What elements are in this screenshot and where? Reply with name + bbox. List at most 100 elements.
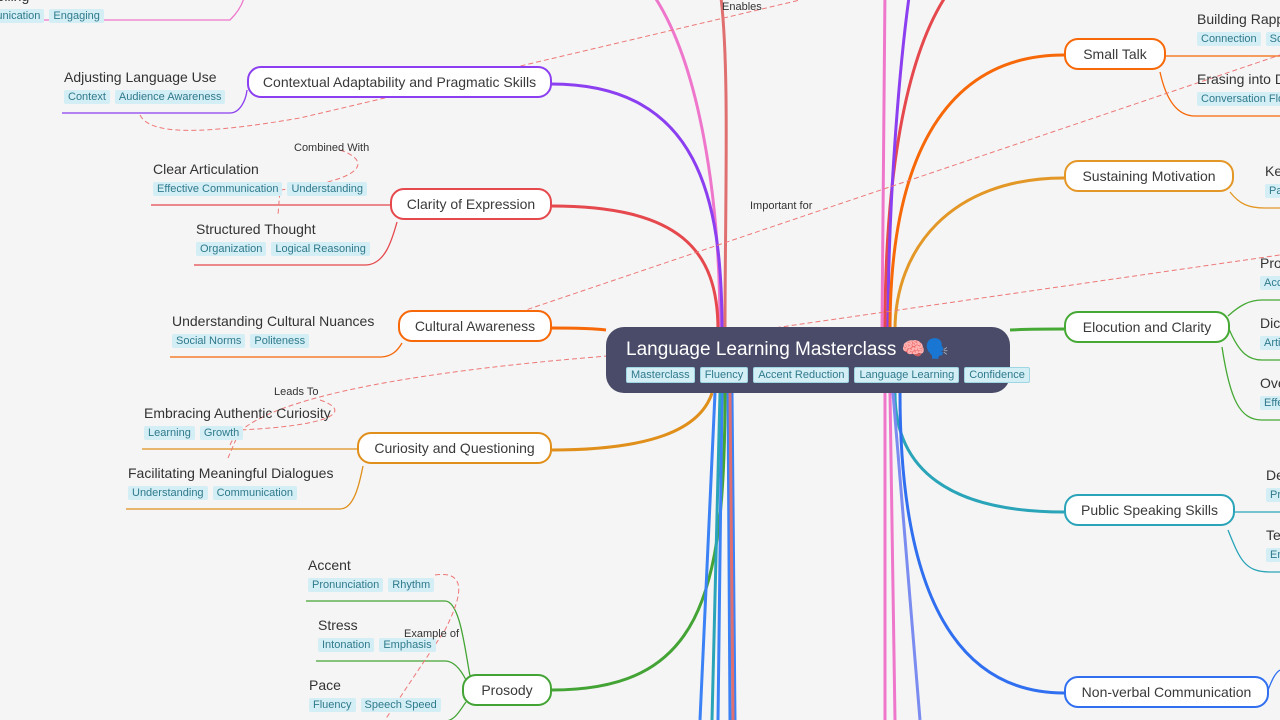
tag: Conversation Flow <box>1197 92 1280 106</box>
leaf-node[interactable]: Accent Pronunciation Rhythm <box>308 557 435 592</box>
tag: Arti <box>1260 336 1280 350</box>
relation-label: Leads To <box>274 386 319 398</box>
leaf-tags: En <box>1266 548 1280 562</box>
leaf-node[interactable]: Understanding Cultural Nuances Social Nor… <box>172 313 374 348</box>
leaf-tags: Social Norms Politeness <box>172 334 374 348</box>
tag: Organization <box>196 242 267 256</box>
tag: Social Norms <box>172 334 246 348</box>
leaf-tags: Organization Logical Reasoning <box>196 242 370 256</box>
tag: Effective Communication <box>153 182 283 196</box>
leaf-title: Pace <box>309 677 341 693</box>
leaf-node[interactable]: Clear Articulation Effective Communicatio… <box>153 161 368 196</box>
leaf-tags: Effe <box>1260 396 1280 410</box>
tag: Speech Speed <box>360 698 441 712</box>
leaf-tags: Pronunciation Rhythm <box>308 578 435 592</box>
leaf-tags: Fluency Speech Speed <box>309 698 441 712</box>
root-node[interactable]: Language Learning Masterclass 🧠🗣️ Master… <box>606 327 1030 393</box>
branch-node[interactable]: Clarity of Expression <box>390 188 552 220</box>
leaf-title: Adjusting Language Use <box>64 69 217 85</box>
leaf-title: Erasing into Deeper <box>1197 71 1280 87</box>
tag: Politeness <box>250 334 310 348</box>
leaf-node[interactable]: Te En <box>1266 527 1280 562</box>
tag: Emphasis <box>379 638 436 652</box>
relation-label: Combined With <box>294 142 370 154</box>
tag: Audience Awareness <box>114 90 226 104</box>
leaf-tags: Arti <box>1260 336 1280 350</box>
leaf-node[interactable]: Facilitating Meaningful Dialogues Underst… <box>128 465 333 500</box>
leaf-node[interactable]: Storytelling Communication Engaging <box>0 0 104 23</box>
relation-label: Example of <box>404 628 460 640</box>
leaf-title: Pro <box>1260 255 1280 271</box>
leaf-node[interactable]: Adjusting Language Use Context Audience Aw… <box>64 69 226 104</box>
leaf-tags: Learning Growth <box>144 426 331 440</box>
leaf-tags: Pa <box>1265 184 1280 198</box>
tag: Understanding <box>287 182 368 196</box>
leaf-tags: Pr <box>1266 488 1280 502</box>
tag: Social <box>1265 32 1280 46</box>
branch-node[interactable]: Elocution and Clarity <box>1064 311 1230 343</box>
branch-node[interactable]: Cultural Awareness <box>398 310 552 342</box>
leaf-title: De <box>1266 467 1280 483</box>
tag: Communication <box>0 9 45 23</box>
leaf-node[interactable]: Erasing into Deeper Conversation Flow <box>1197 71 1280 106</box>
leaf-tags: Acc <box>1260 276 1280 290</box>
tag: Rhythm <box>388 578 435 592</box>
branch-node[interactable]: Curiosity and Questioning <box>357 432 552 464</box>
leaf-node[interactable]: De Pr <box>1266 467 1280 502</box>
leaf-tags: Connection Social <box>1197 32 1280 46</box>
leaf-node[interactable]: Ke Pa <box>1265 163 1280 198</box>
leaf-title: Clear Articulation <box>153 161 259 177</box>
leaf-node[interactable]: Ove Effe <box>1260 375 1280 410</box>
branch-node[interactable]: Small Talk <box>1064 38 1166 70</box>
leaf-node[interactable]: Pro Acc <box>1260 255 1280 290</box>
leaf-node[interactable]: Pace Fluency Speech Speed <box>309 677 441 712</box>
root-title: Language Learning Masterclass 🧠🗣️ <box>626 339 949 360</box>
root-tags: Masterclass Fluency Accent Reduction Lan… <box>626 367 1030 383</box>
branch-node[interactable]: Prosody <box>462 674 552 706</box>
leaf-title: Accent <box>308 557 351 573</box>
leaf-tags: Conversation Flow <box>1197 92 1280 106</box>
tag: Masterclass <box>626 367 695 383</box>
leaf-node[interactable]: Building Rapport Connection Social <box>1197 11 1280 46</box>
tag: Accent Reduction <box>753 367 850 383</box>
leaf-title: Facilitating Meaningful Dialogues <box>128 465 334 481</box>
leaf-tags: Understanding Communication <box>128 486 333 500</box>
tag: Pr <box>1266 488 1280 502</box>
tag: Learning <box>144 426 195 440</box>
tag: Context <box>64 90 110 104</box>
leaf-title: Dic <box>1260 315 1280 331</box>
leaf-node[interactable]: Dic Arti <box>1260 315 1280 350</box>
branch-node[interactable]: Sustaining Motivation <box>1064 160 1234 192</box>
leaf-title: Structured Thought <box>196 221 316 237</box>
branch-node[interactable]: Public Speaking Skills <box>1064 494 1235 526</box>
leaf-title: Te <box>1266 527 1280 543</box>
tag: Logical Reasoning <box>271 242 370 256</box>
tag: Acc <box>1260 276 1280 290</box>
relation-label: Enables <box>722 1 762 13</box>
branch-node[interactable]: Contextual Adaptability and Pragmatic Sk… <box>247 66 552 98</box>
tag: Connection <box>1197 32 1261 46</box>
leaf-tags: Context Audience Awareness <box>64 90 226 104</box>
leaf-tags: Communication Engaging <box>0 9 104 23</box>
tag: Engaging <box>49 9 104 23</box>
tag: Fluency <box>699 367 749 383</box>
leaf-title: Ke <box>1265 163 1280 179</box>
relation-label: Important for <box>750 200 813 212</box>
branch-node[interactable]: Non-verbal Communication <box>1064 676 1269 708</box>
tag: Fluency <box>309 698 356 712</box>
leaf-title: Ove <box>1260 375 1280 391</box>
tag: Understanding <box>128 486 208 500</box>
tag: Intonation <box>318 638 375 652</box>
leaf-title: Building Rapport <box>1197 11 1280 27</box>
tag: Confidence <box>964 367 1030 383</box>
tag: Growth <box>199 426 244 440</box>
leaf-tags: Effective Communication Understanding <box>153 182 368 196</box>
leaf-node[interactable]: Structured Thought Organization Logical Re… <box>196 221 370 256</box>
tag: Communication <box>212 486 297 500</box>
leaf-title: Storytelling <box>0 0 104 4</box>
leaf-title: Embracing Authentic Curiosity <box>144 405 331 421</box>
leaf-node[interactable]: Embracing Authentic Curiosity Learning Gro… <box>144 405 331 440</box>
tag: Pronunciation <box>308 578 384 592</box>
tag: Language Learning <box>854 367 960 383</box>
leaf-tags: Intonation Emphasis <box>318 638 436 652</box>
